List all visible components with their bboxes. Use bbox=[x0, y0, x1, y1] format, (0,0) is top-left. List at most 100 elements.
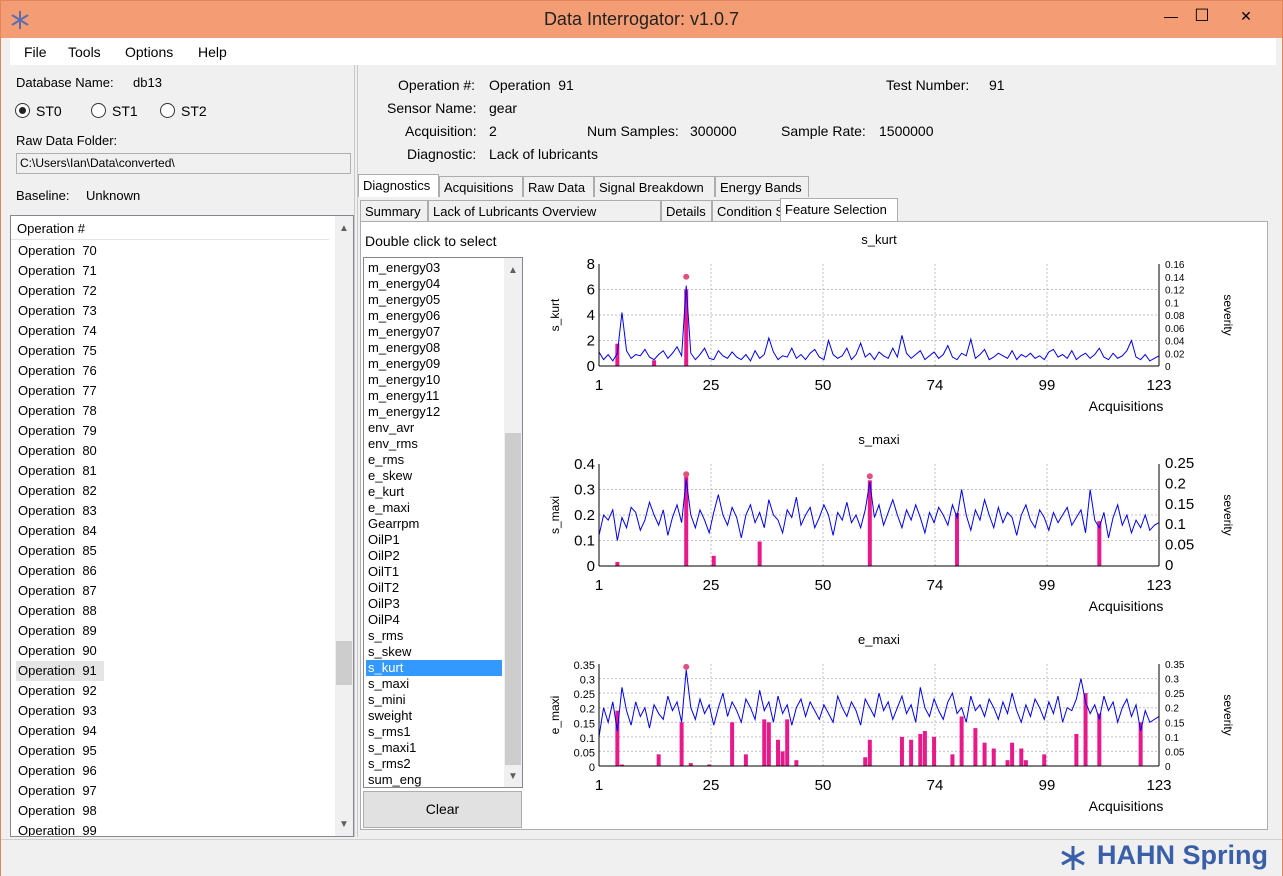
tab-feature-selection[interactable]: Feature Selection bbox=[780, 198, 898, 221]
operation-list-item[interactable]: Operation 95 bbox=[16, 741, 104, 761]
operation-list-item[interactable]: Operation 76 bbox=[16, 361, 104, 381]
feature-list-item[interactable]: env_avr bbox=[366, 420, 502, 436]
operation-list-header[interactable]: Operation # bbox=[11, 216, 329, 240]
feature-list-item[interactable]: OilP3 bbox=[366, 596, 502, 612]
clear-button[interactable]: Clear bbox=[363, 791, 522, 828]
operation-list-item[interactable]: Operation 94 bbox=[16, 721, 104, 741]
tab-raw-data[interactable]: Raw Data bbox=[523, 176, 594, 197]
operation-list-item[interactable]: Operation 89 bbox=[16, 621, 104, 641]
operation-list-item[interactable]: Operation 85 bbox=[16, 541, 104, 561]
minimize-button[interactable]: — bbox=[1156, 5, 1186, 27]
feature-list-item[interactable]: OilT2 bbox=[366, 580, 502, 596]
radio-st1[interactable] bbox=[91, 103, 106, 118]
operation-list-item[interactable]: Operation 71 bbox=[16, 261, 104, 281]
scroll-thumb[interactable] bbox=[505, 433, 521, 765]
radio-st0-label[interactable]: ST0 bbox=[36, 103, 62, 119]
feature-list-item[interactable]: OilP4 bbox=[366, 612, 502, 628]
feature-list-item[interactable]: e_kurt bbox=[366, 484, 502, 500]
operation-list-item[interactable]: Operation 81 bbox=[16, 461, 104, 481]
close-button[interactable]: ✕ bbox=[1231, 5, 1261, 27]
feature-list-item[interactable]: m_energy07 bbox=[366, 324, 502, 340]
operation-list-item[interactable]: Operation 80 bbox=[16, 441, 104, 461]
operation-list-item[interactable]: Operation 78 bbox=[16, 401, 104, 421]
scroll-down-icon[interactable]: ▼ bbox=[335, 816, 353, 833]
feature-list-item[interactable]: OilP1 bbox=[366, 532, 502, 548]
feature-list-item[interactable]: s_kurt bbox=[366, 660, 502, 676]
menu-tools[interactable]: Tools bbox=[68, 44, 101, 60]
radio-st1-label[interactable]: ST1 bbox=[112, 103, 138, 119]
operation-list-item[interactable]: Operation 90 bbox=[16, 641, 104, 661]
feature-list-item[interactable]: s_rms2 bbox=[366, 756, 502, 772]
operation-list-scrollbar[interactable]: ▲ ▼ bbox=[335, 216, 353, 836]
operation-list-item[interactable]: Operation 70 bbox=[16, 241, 104, 261]
tab-diagnostics[interactable]: Diagnostics bbox=[358, 174, 439, 197]
feature-list-item[interactable]: env_rms bbox=[366, 436, 502, 452]
operation-list-item[interactable]: Operation 82 bbox=[16, 481, 104, 501]
feature-list-item[interactable]: m_energy09 bbox=[366, 356, 502, 372]
scroll-down-icon[interactable]: ▼ bbox=[504, 768, 522, 785]
tab-lubricants-overview[interactable]: Lack of Lubricants Overview bbox=[428, 200, 661, 221]
operation-list-item[interactable]: Operation 79 bbox=[16, 421, 104, 441]
feature-list-item[interactable]: m_energy10 bbox=[366, 372, 502, 388]
operation-list-item[interactable]: Operation 72 bbox=[16, 281, 104, 301]
x-tick-label: 123 bbox=[1146, 577, 1171, 594]
tab-acquisitions[interactable]: Acquisitions bbox=[439, 176, 523, 197]
feature-list-item[interactable]: m_energy12 bbox=[366, 404, 502, 420]
feature-list-item[interactable]: m_energy11 bbox=[366, 388, 502, 404]
feature-list-item[interactable]: s_skew bbox=[366, 644, 502, 660]
operation-list-item[interactable]: Operation 87 bbox=[16, 581, 104, 601]
feature-list-item[interactable]: s_rms1 bbox=[366, 724, 502, 740]
scroll-up-icon[interactable]: ▲ bbox=[335, 220, 353, 237]
feature-list-item[interactable]: m_energy06 bbox=[366, 308, 502, 324]
feature-list-item[interactable]: m_energy04 bbox=[366, 276, 502, 292]
scroll-up-icon[interactable]: ▲ bbox=[504, 262, 522, 279]
operation-list-item[interactable]: Operation 74 bbox=[16, 321, 104, 341]
feature-list-item[interactable]: m_energy05 bbox=[366, 292, 502, 308]
feature-list-item[interactable]: OilP2 bbox=[366, 548, 502, 564]
feature-list-item[interactable]: s_maxi bbox=[366, 676, 502, 692]
feature-list-item[interactable]: s_maxi1 bbox=[366, 740, 502, 756]
operation-list-item[interactable]: Operation 86 bbox=[16, 561, 104, 581]
operation-list-item[interactable]: Operation 73 bbox=[16, 301, 104, 321]
radio-st0[interactable] bbox=[15, 103, 30, 118]
feature-list-item[interactable]: s_rms bbox=[366, 628, 502, 644]
radio-st2[interactable] bbox=[160, 103, 175, 118]
operation-list-item[interactable]: Operation 96 bbox=[16, 761, 104, 781]
menu-help[interactable]: Help bbox=[198, 44, 227, 60]
operation-list-item[interactable]: Operation 83 bbox=[16, 501, 104, 521]
operation-list-item[interactable]: Operation 88 bbox=[16, 601, 104, 621]
feature-list-item[interactable]: m_energy03 bbox=[366, 260, 502, 276]
feature-list-item[interactable]: e_skew bbox=[366, 468, 502, 484]
tab-signal-breakdown[interactable]: Signal Breakdown bbox=[594, 176, 715, 197]
tab-energy-bands[interactable]: Energy Bands bbox=[715, 176, 809, 197]
tab-details[interactable]: Details bbox=[661, 200, 712, 221]
maximize-button[interactable]: ☐ bbox=[1187, 5, 1217, 27]
feature-list-item[interactable]: Gearrpm bbox=[366, 516, 502, 532]
feature-list-scrollbar[interactable]: ▲ ▼ bbox=[504, 258, 522, 787]
tab-summary[interactable]: Summary bbox=[360, 200, 428, 221]
menu-file[interactable]: File bbox=[24, 44, 47, 60]
operation-list-item[interactable]: Operation 84 bbox=[16, 521, 104, 541]
operation-list-item[interactable]: Operation 97 bbox=[16, 781, 104, 801]
operation-list-item[interactable]: Operation 98 bbox=[16, 801, 104, 821]
feature-list-item[interactable]: e_rms bbox=[366, 452, 502, 468]
feature-list-item[interactable]: e_maxi bbox=[366, 500, 502, 516]
feature-list-item[interactable]: s_mini bbox=[366, 692, 502, 708]
feature-list[interactable]: m_energy03 m_energy04 m_energy05 m_energy06… bbox=[363, 257, 523, 788]
operation-list-item[interactable]: Operation 77 bbox=[16, 381, 104, 401]
feature-list-item[interactable]: sweight bbox=[366, 708, 502, 724]
feature-list-item[interactable]: OilT1 bbox=[366, 564, 502, 580]
operation-list-item[interactable]: Operation 99 bbox=[16, 821, 104, 836]
operation-list-item[interactable]: Operation 75 bbox=[16, 341, 104, 361]
operation-list-item[interactable]: Operation 93 bbox=[16, 701, 104, 721]
menu-options[interactable]: Options bbox=[125, 44, 173, 60]
raw-folder-field[interactable]: C:\Users\Ian\Data\converted\ bbox=[16, 153, 351, 174]
radio-st2-label[interactable]: ST2 bbox=[181, 103, 207, 119]
scroll-thumb[interactable] bbox=[336, 641, 352, 685]
feature-list-item[interactable]: sum_eng bbox=[366, 772, 502, 787]
feature-list-item[interactable]: m_energy08 bbox=[366, 340, 502, 356]
y-tick-label: 0 bbox=[589, 762, 595, 774]
operation-list-item[interactable]: Operation 92 bbox=[16, 681, 104, 701]
operation-list-item[interactable]: Operation 91 bbox=[16, 661, 104, 681]
operation-list[interactable]: Operation # Operation 70 Operation 71 Oper… bbox=[10, 215, 354, 837]
